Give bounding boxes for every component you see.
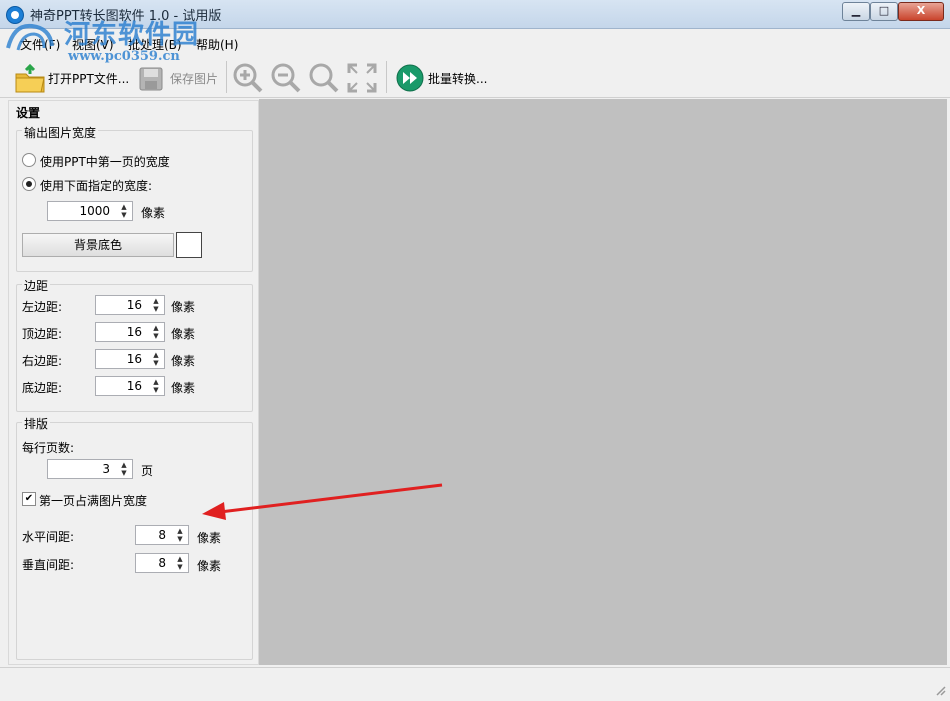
save-disk-icon	[139, 67, 163, 91]
bottom-margin-unit: 像素	[171, 381, 196, 395]
close-button[interactable]: X	[898, 2, 944, 21]
save-image-label: 保存图片	[170, 72, 219, 86]
stepper-arrows-icon[interactable]: ▲ ▼	[150, 351, 162, 367]
radio-custom-width[interactable]	[22, 177, 36, 191]
layout-group-label: 排版	[22, 415, 51, 432]
left-margin-value: 16	[126, 298, 142, 312]
left-margin-stepper[interactable]: 16 ▲ ▼	[95, 295, 165, 315]
right-margin-label: 右边距:	[22, 354, 63, 368]
preview-canvas[interactable]	[259, 99, 947, 665]
width-value: 1000	[79, 204, 110, 218]
horizontal-spacing-unit: 像素	[197, 531, 222, 545]
left-margin-label: 左边距:	[22, 300, 63, 314]
width-unit: 像素	[141, 206, 166, 220]
pages-per-row-label: 每行页数:	[22, 441, 75, 455]
toolbar-separator	[226, 61, 227, 93]
toolbar-separator	[386, 61, 387, 93]
open-ppt-label: 打开PPT文件...	[48, 72, 130, 86]
right-margin-value: 16	[126, 352, 142, 366]
radio-first-page-width[interactable]	[22, 153, 36, 167]
fit-window-icon[interactable]	[346, 62, 378, 94]
batch-convert-button[interactable]: 批量转换...	[392, 60, 492, 96]
bottom-margin-stepper[interactable]: 16 ▲ ▼	[95, 376, 165, 396]
left-margin-unit: 像素	[171, 300, 196, 314]
custom-width-label[interactable]: 使用下面指定的宽度:	[40, 177, 152, 194]
pages-per-row-value: 3	[102, 462, 110, 476]
vertical-spacing-label: 垂直间距:	[22, 558, 75, 572]
menu-help[interactable]: 帮助(H)	[196, 36, 238, 53]
pages-per-row-stepper[interactable]: 3 ▲ ▼	[47, 459, 133, 479]
top-margin-value: 16	[126, 325, 142, 339]
settings-title: 设置	[16, 106, 41, 120]
maximize-button[interactable]: □	[870, 2, 898, 21]
first-page-full-checkbox[interactable]: ✔	[22, 492, 36, 506]
zoom-actual-icon[interactable]	[308, 62, 340, 94]
horizontal-spacing-label: 水平间距:	[22, 530, 75, 544]
open-folder-icon	[15, 64, 45, 93]
bottom-margin-label: 底边距:	[22, 381, 63, 395]
open-ppt-button[interactable]: 打开PPT文件...	[10, 60, 130, 96]
batch-convert-label: 批量转换...	[428, 72, 488, 86]
stepper-arrows-icon[interactable]: ▲ ▼	[174, 555, 186, 571]
first-page-width-label[interactable]: 使用PPT中第一页的宽度	[40, 153, 170, 170]
watermark-logo	[6, 23, 54, 51]
width-stepper[interactable]: 1000 ▲ ▼	[47, 201, 133, 221]
top-margin-unit: 像素	[171, 327, 196, 341]
stepper-arrows-icon[interactable]: ▲ ▼	[118, 461, 130, 477]
background-color-swatch[interactable]	[176, 232, 202, 258]
fast-forward-icon	[396, 64, 424, 92]
stepper-arrows-icon[interactable]: ▲ ▼	[150, 324, 162, 340]
vertical-spacing-unit: 像素	[197, 559, 222, 573]
vertical-spacing-stepper[interactable]: 8 ▲ ▼	[135, 553, 189, 573]
right-margin-unit: 像素	[171, 354, 196, 368]
horizontal-spacing-value: 8	[158, 528, 166, 542]
status-bar	[0, 667, 950, 701]
stepper-arrows-icon[interactable]: ▲ ▼	[118, 203, 130, 219]
annotation-arrow	[202, 483, 443, 520]
vertical-spacing-value: 8	[158, 556, 166, 570]
output-width-group-label: 输出图片宽度	[22, 124, 99, 141]
save-image-button[interactable]: 保存图片	[134, 60, 222, 96]
top-margin-stepper[interactable]: 16 ▲ ▼	[95, 322, 165, 342]
right-margin-stepper[interactable]: 16 ▲ ▼	[95, 349, 165, 369]
stepper-arrows-icon[interactable]: ▲ ▼	[150, 378, 162, 394]
margins-group-label: 边距	[22, 277, 51, 294]
pages-unit: 页	[141, 464, 154, 478]
bottom-margin-value: 16	[126, 379, 142, 393]
resize-grip-icon[interactable]	[934, 684, 946, 696]
watermark-site-name: 河东软件园	[64, 20, 200, 50]
background-color-button[interactable]: 背景底色	[22, 233, 174, 257]
top-margin-label: 顶边距:	[22, 327, 63, 341]
zoom-out-icon[interactable]	[270, 62, 302, 94]
stepper-arrows-icon[interactable]: ▲ ▼	[150, 297, 162, 313]
minimize-button[interactable]: ▁	[842, 2, 870, 21]
zoom-in-icon[interactable]	[232, 62, 264, 94]
first-page-full-label[interactable]: 第一页占满图片宽度	[39, 492, 147, 509]
